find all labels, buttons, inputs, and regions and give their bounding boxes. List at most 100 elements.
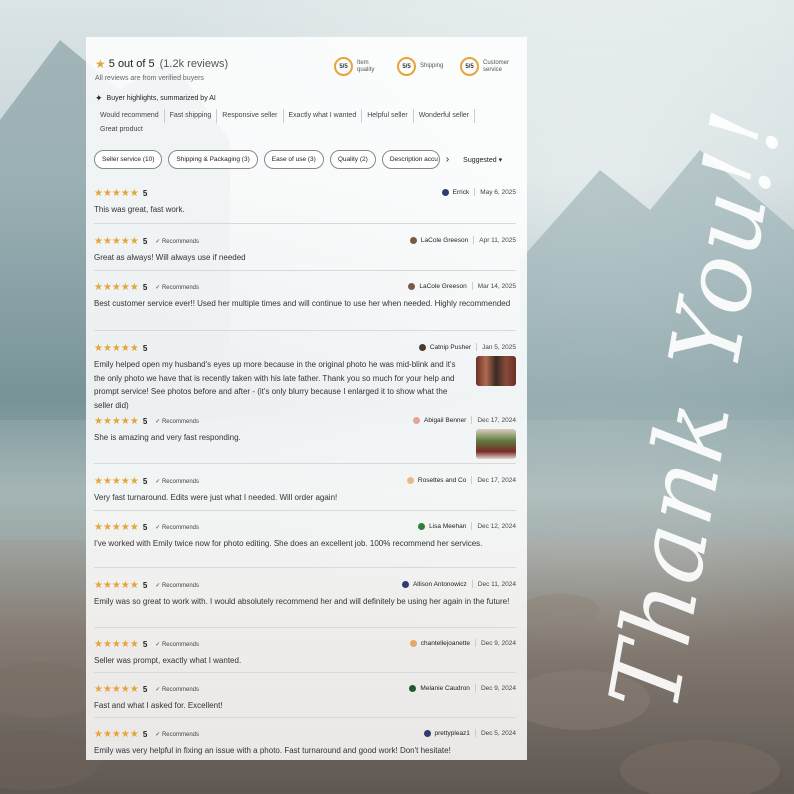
avatar [413,416,421,424]
author-name[interactable]: LaCole Greeson [419,283,466,290]
recommends-badge: ✓ Recommends [155,641,199,648]
review-text: I've worked with Emily twice now for pho… [94,539,483,548]
avatar [409,684,417,692]
highlight-tags: Would recommend Fast shipping Responsive s… [95,109,505,137]
review-author: chantellejoanette Dec 9, 2024 [409,639,516,647]
star-rating: ★★★★★ [94,521,139,533]
review-text: Seller was prompt, exactly what I wanted… [94,656,242,665]
highlight-tag[interactable]: Would recommend [95,109,165,123]
review-score: 5 [142,684,148,694]
avatar [409,236,417,244]
avatar [406,476,414,484]
review-score: 5 [142,729,148,739]
highlight-tag[interactable]: Helpful seller [362,109,414,123]
author-name[interactable]: Allison Antonowicz [413,581,467,588]
author-name[interactable]: Catnip Pusher [430,344,471,351]
review-item: ★★★★★ 5 Catnip Pusher Jan 5, 2025 Emily … [94,342,516,412]
highlight-tag[interactable]: Responsive seller [217,109,284,123]
filter-shipping-packaging[interactable]: Shipping & Packaging (3) [168,150,258,169]
sparkle-icon: ✦ [95,93,103,103]
avatar [408,282,416,290]
review-item: ★★★★★ 5 Errick May 6, 2025 This was grea… [94,187,516,224]
metric-customer-service: 5/5 Customer service [460,57,513,76]
avatar [401,580,409,588]
review-author: Allison Antonowicz Dec 11, 2024 [401,580,516,588]
review-text: Fast and what I asked for. Excellent! [94,701,223,710]
reviews-panel: ★ 5 out of 5 (1.2k reviews) All reviews … [86,37,527,760]
author-name[interactable]: chantellejoanette [421,640,470,647]
review-count: (1.2k reviews) [159,58,229,70]
ai-highlights-title: ✦ Buyer highlights, summarized by AI [95,93,216,103]
avatar [418,343,426,351]
review-text: This was great, fast work. [94,205,185,214]
review-author: prettypleaz1 Dec 5, 2024 [423,729,516,737]
highlight-tag[interactable]: Great product [95,123,148,137]
filter-seller-service[interactable]: Seller service (10) [94,150,163,169]
review-score: 5 [142,476,148,486]
review-author: Lisa Meehan Dec 12, 2024 [418,522,516,530]
recommends-badge: ✓ Recommends [155,284,199,291]
review-text: Emily was so great to work with. I would… [94,597,510,606]
review-photo[interactable] [476,356,516,386]
review-photo[interactable] [476,429,516,459]
review-author: LaCole Greeson Mar 14, 2025 [408,282,516,290]
avatar [409,639,417,647]
review-score: 5 [142,188,148,198]
review-text: Best customer service ever!! Used her mu… [94,299,511,308]
review-author: Melanie Caudron Dec 9, 2024 [409,684,516,692]
filter-quality[interactable]: Quality (2) [329,150,376,169]
filter-ease-of-use[interactable]: Ease of use (3) [263,150,324,169]
review-text: She is amazing and very fast responding. [94,433,241,442]
highlight-tag[interactable]: Wonderful seller [414,109,476,123]
highlight-tag[interactable]: Exactly what I wanted [284,109,363,123]
recommends-badge: ✓ Recommends [155,418,199,425]
thank-you-overlay: Thank You!! [588,101,794,719]
metric-item-quality: 5/5 Item quality [334,57,387,76]
recommends-badge: ✓ Recommends [155,478,199,485]
avatar [418,522,426,530]
filter-description[interactable]: Description accu [381,150,440,169]
star-rating: ★★★★★ [94,475,139,487]
author-name[interactable]: Melanie Caudron [420,685,470,692]
avatar [423,729,431,737]
review-item: ★★★★★ 5 ✓ Recommends LaCole Greeson Apr … [94,235,516,271]
highlight-tag[interactable]: Fast shipping [165,109,218,123]
review-score: 5 [142,416,148,426]
review-author: LaCole Greeson Apr 11, 2025 [409,236,516,244]
star-rating: ★★★★★ [94,187,139,199]
review-item: ★★★★★ 5 ✓ Recommends chantellejoanette D… [94,638,516,673]
rating-text: 5 out of 5 [108,58,155,70]
avatar [441,188,449,196]
author-name[interactable]: Abigail Benner [424,417,466,424]
star-rating: ★★★★★ [94,342,139,354]
review-item: ★★★★★ 5 ✓ Recommends Abigail Benner Dec … [94,415,516,464]
star-rating: ★★★★★ [94,683,139,695]
author-name[interactable]: prettypleaz1 [435,730,470,737]
review-date: Jan 5, 2025 [482,343,516,351]
author-name[interactable]: Rosettes and Co [418,477,466,484]
review-date: Mar 14, 2025 [477,282,516,290]
star-rating: ★★★★★ [94,281,139,293]
author-name[interactable]: LaCole Greeson [421,237,468,244]
rating-summary: ★ 5 out of 5 (1.2k reviews) All reviews … [95,57,228,82]
review-score: 5 [142,639,148,649]
star-rating: ★★★★★ [94,415,139,427]
review-author: Errick May 6, 2025 [441,188,516,196]
review-text: Emily helped open my husband's eyes up m… [94,360,456,410]
sort-dropdown[interactable]: Suggested ▾ [463,156,502,164]
rating-metrics: 5/5 Item quality 5/5 Shipping 5/5 Custom… [334,57,513,76]
review-score: 5 [142,282,148,292]
author-name[interactable]: Errick [453,189,470,196]
author-name[interactable]: Lisa Meehan [429,523,466,530]
review-score: 5 [142,522,148,532]
review-item: ★★★★★ 5 ✓ Recommends Lisa Meehan Dec 12,… [94,521,516,568]
review-author: Abigail Benner Dec 17, 2024 [413,416,516,424]
star-rating: ★★★★★ [94,638,139,650]
recommends-badge: ✓ Recommends [155,731,199,738]
recommends-badge: ✓ Recommends [155,686,199,693]
review-item: ★★★★★ 5 ✓ Recommends Rosettes and Co Dec… [94,475,516,511]
review-date: May 6, 2025 [480,188,516,196]
review-date: Dec 17, 2024 [477,416,516,424]
verified-note: All reviews are from verified buyers [95,75,204,82]
chevron-right-icon[interactable]: › [446,154,449,165]
